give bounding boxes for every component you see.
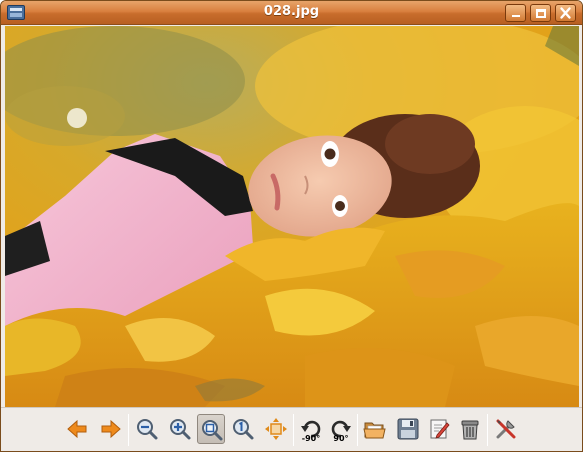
toolbar-separator bbox=[357, 414, 358, 446]
toolbar: -90° 90° bbox=[1, 407, 582, 451]
save-button[interactable] bbox=[394, 414, 422, 444]
toolbar-separator bbox=[487, 414, 488, 446]
arrow-right-icon bbox=[101, 419, 121, 439]
preferences-button[interactable] bbox=[492, 414, 520, 444]
zoom-fit-button[interactable] bbox=[197, 414, 225, 444]
delete-button[interactable] bbox=[456, 414, 484, 444]
rotate-left-label: -90° bbox=[301, 434, 321, 443]
fullscreen-button[interactable] bbox=[262, 414, 290, 444]
open-button[interactable] bbox=[361, 414, 389, 444]
minimize-icon bbox=[512, 15, 520, 17]
edit-button[interactable] bbox=[425, 414, 453, 444]
toolbar-separator bbox=[128, 414, 129, 446]
zoom-in-icon bbox=[170, 419, 191, 440]
close-button[interactable] bbox=[555, 4, 576, 22]
image-viewport[interactable] bbox=[5, 26, 579, 407]
minimize-button[interactable] bbox=[505, 4, 526, 22]
zoom-original-button[interactable] bbox=[229, 414, 257, 444]
arrow-left-icon bbox=[67, 419, 87, 439]
toolbar-separator bbox=[293, 414, 294, 446]
zoom-out-button[interactable] bbox=[133, 414, 161, 444]
maximize-button[interactable] bbox=[530, 4, 551, 22]
rotate-right-button[interactable]: 90° bbox=[327, 414, 355, 444]
floppy-icon bbox=[397, 418, 419, 440]
zoom-100-icon bbox=[233, 419, 254, 440]
maximize-icon bbox=[536, 9, 546, 18]
edit-icon bbox=[430, 419, 450, 439]
image-viewer-window: 028.jpg -90° 90° bbox=[0, 0, 583, 452]
rotate-left-button[interactable]: -90° bbox=[297, 414, 325, 444]
zoom-in-button[interactable] bbox=[166, 414, 194, 444]
folder-open-icon bbox=[363, 422, 386, 439]
fullscreen-icon bbox=[265, 418, 287, 440]
displayed-photo bbox=[5, 26, 579, 407]
trash-icon bbox=[461, 420, 479, 440]
next-button[interactable] bbox=[97, 414, 125, 444]
close-icon bbox=[560, 7, 571, 19]
window-title: 028.jpg bbox=[263, 4, 320, 19]
tools-icon bbox=[496, 419, 516, 439]
zoom-out-icon bbox=[137, 419, 158, 440]
title-bar[interactable]: 028.jpg bbox=[1, 1, 582, 25]
previous-button[interactable] bbox=[63, 414, 91, 444]
zoom-fit-icon bbox=[202, 420, 223, 441]
rotate-right-label: 90° bbox=[333, 434, 349, 443]
